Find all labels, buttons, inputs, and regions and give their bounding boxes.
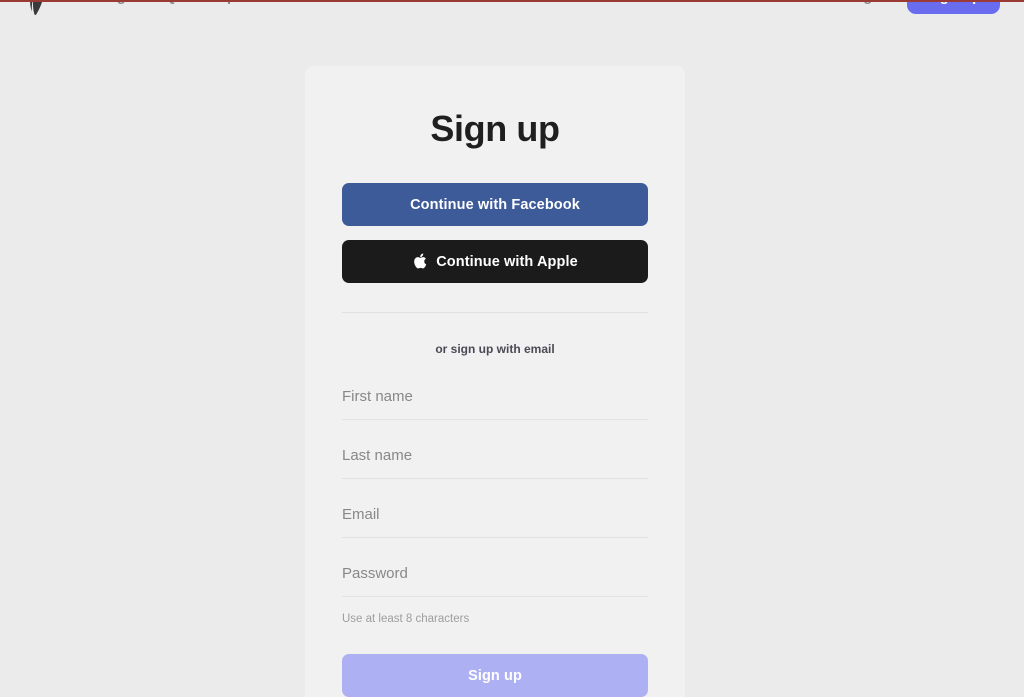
continue-with-facebook-button[interactable]: Continue with Facebook bbox=[342, 183, 648, 226]
apple-button-label: Continue with Apple bbox=[436, 253, 578, 270]
signup-form: Use at least 8 characters Sign up bbox=[342, 374, 648, 697]
first-name-input[interactable] bbox=[342, 374, 648, 419]
password-field[interactable] bbox=[342, 551, 648, 597]
email-field[interactable] bbox=[342, 492, 648, 538]
email-signup-hint: or sign up with email bbox=[435, 342, 555, 356]
submit-signup-button[interactable]: Sign up bbox=[342, 654, 648, 697]
password-hint: Use at least 8 characters bbox=[342, 613, 470, 625]
section-divider bbox=[342, 312, 648, 313]
signup-card: Sign up Continue with Facebook Continue … bbox=[305, 66, 685, 697]
password-input[interactable] bbox=[342, 551, 648, 596]
apple-logo-icon bbox=[414, 253, 427, 268]
first-name-field[interactable] bbox=[342, 374, 648, 420]
continue-with-apple-button[interactable]: Continue with Apple bbox=[342, 240, 648, 283]
facebook-button-label: Continue with Facebook bbox=[410, 196, 580, 213]
quill-logo[interactable] bbox=[24, 0, 54, 16]
last-name-field[interactable] bbox=[342, 433, 648, 479]
header-signup-button[interactable]: Sign Up bbox=[907, 0, 1000, 14]
email-input[interactable] bbox=[342, 492, 648, 537]
page-title: Sign up bbox=[430, 108, 560, 149]
site-header: Pricing FAQs Help & Guides Become an aff… bbox=[0, 0, 1024, 30]
last-name-input[interactable] bbox=[342, 433, 648, 478]
header-actions: Log in Sign Up bbox=[846, 0, 1000, 14]
top-accent-rule bbox=[0, 0, 1024, 2]
